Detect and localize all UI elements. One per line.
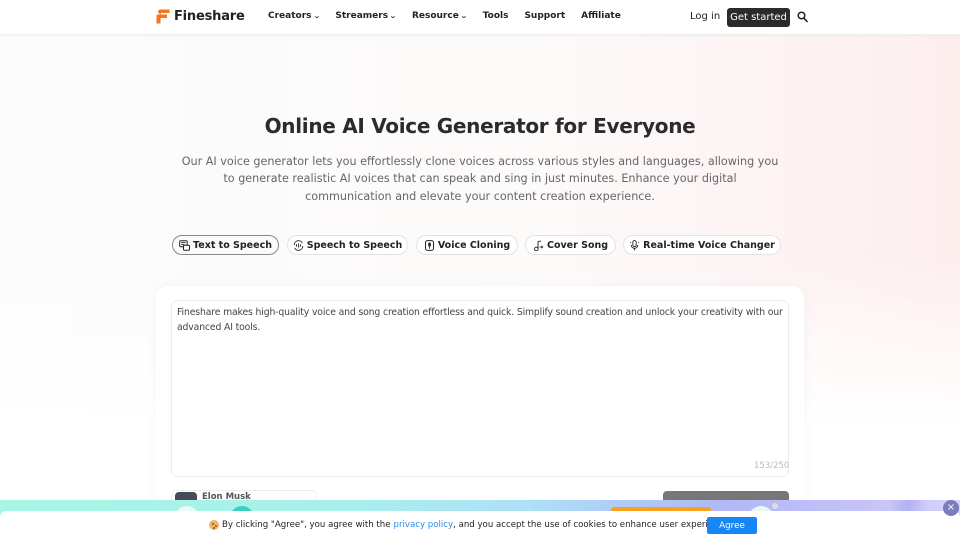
brand-logo[interactable]: Fineshare: [156, 9, 245, 24]
site-header: Fineshare Creators ⌄ Streamers ⌄ Resourc…: [0, 0, 960, 35]
nav-label: Streamers: [335, 11, 389, 21]
chevron-down-icon: ⌄: [459, 12, 468, 20]
text-speech-icon: [179, 239, 191, 251]
feature-tabs: Text to Speech Speech to Speech Voice Cl…: [0, 235, 960, 255]
tab-voice-cloning[interactable]: Voice Cloning: [416, 235, 518, 255]
chevron-down-icon: ⌄: [389, 12, 397, 20]
agree-button[interactable]: Agree: [707, 517, 757, 534]
cookie-text-after: , and you accept the use of cookies to e…: [453, 520, 732, 530]
nav-label: Tools: [482, 11, 509, 21]
tab-speech-to-speech[interactable]: Speech to Speech: [287, 235, 408, 255]
nav-label: Creators: [268, 11, 312, 21]
tab-label: Speech to Speech: [306, 239, 403, 251]
search-icon[interactable]: [797, 11, 808, 23]
nav-resource[interactable]: Resource ⌄: [411, 11, 468, 21]
character-counter: 153/250: [754, 461, 790, 471]
nav-streamers[interactable]: Streamers ⌄: [335, 11, 396, 21]
nav-tools[interactable]: Tools: [483, 11, 509, 21]
page-title: Online AI Voice Generator for Everyone: [264, 114, 696, 138]
close-icon[interactable]: ×: [943, 500, 959, 516]
tab-label: Voice Cloning: [437, 239, 511, 251]
cookie-consent-bar: By clicking "Agree", you agree with the …: [0, 511, 960, 540]
tab-label: Text to Speech: [193, 239, 272, 251]
get-started-button[interactable]: Get started: [727, 8, 790, 27]
speech-convert-icon: [293, 239, 303, 251]
nav-label: Support: [524, 11, 566, 21]
microphone-icon: [630, 239, 640, 250]
cookie-icon: [209, 520, 219, 530]
nav-support[interactable]: Support: [524, 11, 565, 21]
nav-affiliate[interactable]: Affiliate: [581, 11, 621, 21]
login-link[interactable]: Log in: [690, 11, 720, 22]
cookie-text-before: By clicking "Agree", you agree with the: [222, 520, 391, 530]
tab-cover-song[interactable]: Cover Song: [525, 235, 616, 255]
chevron-down-icon: ⌄: [312, 12, 321, 20]
voice-clone-icon: [424, 239, 434, 251]
tab-label: Cover Song: [546, 239, 609, 251]
music-note-icon: [534, 240, 544, 251]
nav-label: Resource: [411, 11, 459, 21]
nav-creators[interactable]: Creators ⌄: [268, 11, 321, 21]
text-input[interactable]: Fineshare makes high-quality voice and s…: [171, 300, 789, 477]
page-subtitle: Our AI voice generator lets you effortle…: [181, 155, 779, 203]
tab-text-to-speech[interactable]: Text to Speech: [172, 235, 279, 255]
cookie-message: By clicking "Agree", you agree with the …: [209, 520, 731, 530]
brand-name: Fineshare: [174, 9, 245, 24]
tab-label: Real-time Voice Changer: [643, 239, 775, 251]
promo-decoration: [772, 503, 778, 509]
nav-label: Affiliate: [581, 11, 621, 21]
main-nav: Creators ⌄ Streamers ⌄ Resource ⌄ Tools …: [268, 11, 637, 21]
fineshare-logo-icon: [156, 9, 170, 24]
tab-real-time-voice-changer[interactable]: Real-time Voice Changer: [623, 235, 781, 255]
privacy-policy-link[interactable]: privacy policy: [394, 520, 454, 530]
